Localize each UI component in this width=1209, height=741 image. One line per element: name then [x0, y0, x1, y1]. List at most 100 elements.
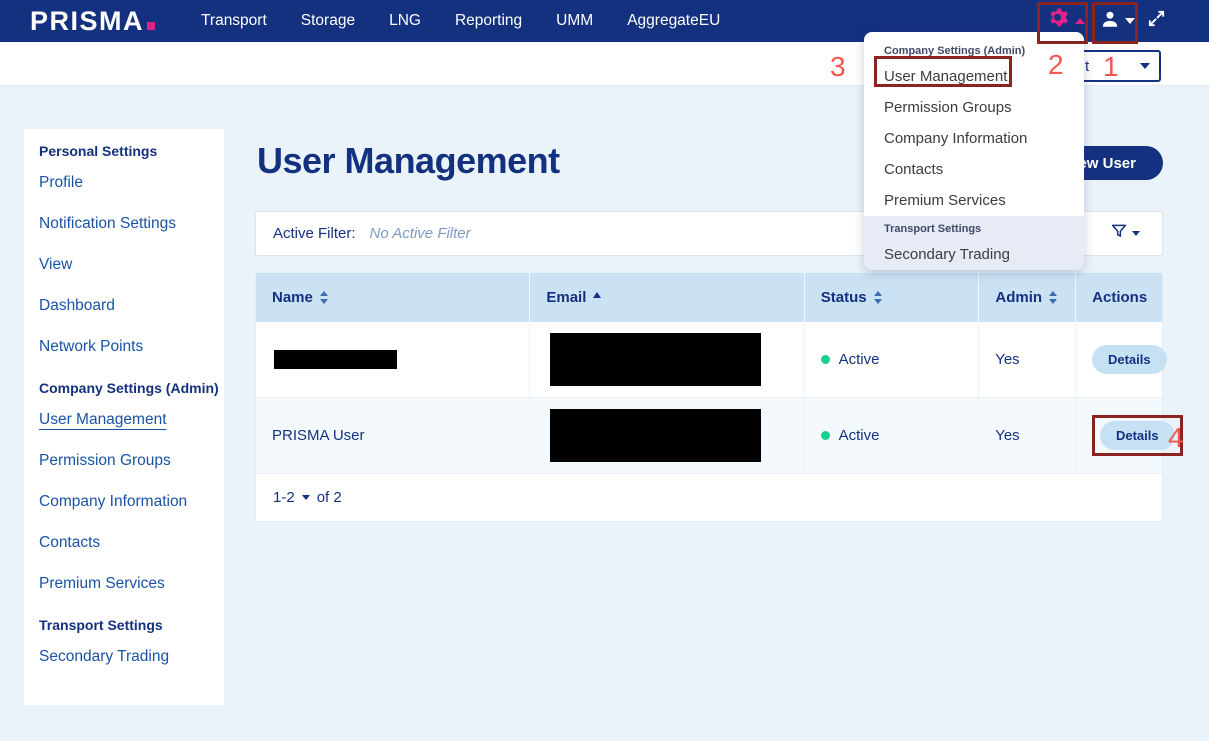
- table-row: Active Yes Details: [256, 322, 1162, 398]
- sort-both-icon: [1049, 291, 1057, 304]
- cell-status: Active: [805, 398, 980, 473]
- sidebar-section-header: Personal Settings: [39, 143, 224, 159]
- redacted-name: [274, 350, 397, 369]
- prisma-app: PRISMA Transport Storage LNG Reporting UMM Ag…: [0, 0, 1209, 741]
- sort-both-icon: [320, 291, 328, 304]
- filter-funnel-icon: [1110, 222, 1128, 245]
- page-title: User Management: [257, 140, 560, 182]
- sidebar-item-dashboard[interactable]: Dashboard: [39, 297, 224, 315]
- admin-value: Yes: [995, 427, 1019, 444]
- users-table: Name Email Status Admin Actions Active Yes Det…: [255, 273, 1163, 522]
- column-header-admin[interactable]: Admin: [979, 273, 1076, 322]
- user-account-button[interactable]: [1100, 0, 1135, 42]
- menu-item-company-information[interactable]: Company Information: [864, 123, 1084, 154]
- menu-section-company-settings-admin: Company Settings (Admin)User ManagementP…: [864, 38, 1084, 216]
- prisma-logo[interactable]: PRISMA: [30, 6, 155, 37]
- status-text: Active: [839, 427, 880, 444]
- column-header-name[interactable]: Name: [256, 273, 530, 322]
- annotation-box-details: Details: [1092, 415, 1183, 456]
- main-nav: Transport Storage LNG Reporting UMM Aggregate…: [201, 12, 754, 30]
- column-header-email[interactable]: Email: [530, 273, 804, 322]
- sidebar-item-secondary-trading[interactable]: Secondary Trading: [39, 648, 224, 666]
- settings-sidebar: Personal Settings Profile Notification Set…: [24, 129, 224, 705]
- topbar-dropdown-select[interactable]: t: [1076, 50, 1161, 82]
- status-active-dot-icon: [821, 355, 830, 364]
- sidebar-item-permission-groups[interactable]: Permission Groups: [39, 452, 224, 470]
- details-button[interactable]: Details: [1092, 345, 1167, 374]
- user-caret-down-icon: [1125, 18, 1135, 24]
- redacted-email: [550, 333, 761, 386]
- sidebar-item-premium-services[interactable]: Premium Services: [39, 575, 224, 593]
- menu-item-user-management[interactable]: User Management: [864, 61, 1084, 92]
- settings-dropdown-menu: Company Settings (Admin)User ManagementP…: [864, 32, 1084, 270]
- pagination-caret-down-icon[interactable]: [302, 495, 310, 500]
- sort-both-icon: [874, 291, 882, 304]
- fullscreen-button[interactable]: [1147, 0, 1166, 42]
- sidebar-item-user-management[interactable]: User Management: [39, 411, 224, 429]
- cell-admin: Yes: [979, 398, 1076, 473]
- column-header-label: Status: [821, 289, 867, 306]
- sidebar-section-transport-settings: Transport Settings Secondary Trading: [39, 617, 224, 666]
- nav-item-umm[interactable]: UMM: [556, 12, 593, 30]
- sidebar-item-view[interactable]: View: [39, 256, 224, 274]
- menu-section-header: Transport Settings: [864, 216, 1084, 239]
- cell-actions: Details: [1076, 398, 1162, 473]
- user-name: PRISMA User: [272, 427, 365, 444]
- sidebar-section-header: Transport Settings: [39, 617, 224, 633]
- filter-caret-down-icon: [1132, 231, 1140, 236]
- nav-item-transport[interactable]: Transport: [201, 12, 267, 30]
- prisma-logo-dot-icon: [147, 22, 155, 30]
- redacted-email: [550, 409, 761, 462]
- prisma-logo-text: PRISMA: [30, 6, 144, 37]
- menu-item-contacts[interactable]: Contacts: [864, 154, 1084, 185]
- nav-item-lng[interactable]: LNG: [389, 12, 421, 30]
- gear-caret-up-icon: [1075, 18, 1085, 24]
- status-active-dot-icon: [821, 431, 830, 440]
- nav-item-reporting[interactable]: Reporting: [455, 12, 522, 30]
- active-filter-label: Active Filter:: [273, 225, 356, 242]
- sidebar-section-personal-settings: Personal Settings Profile Notification Set…: [39, 143, 224, 356]
- menu-section-transport-settings: Transport SettingsSecondary Trading: [864, 216, 1084, 270]
- sidebar-item-contacts[interactable]: Contacts: [39, 534, 224, 552]
- sidebar-section-company-settings-admin: Company Settings (Admin) User Management P…: [39, 380, 224, 593]
- active-filter-value: No Active Filter: [370, 225, 471, 242]
- user-icon: [1100, 9, 1120, 34]
- column-header-label: Name: [272, 289, 313, 306]
- topbar-select-text: t: [1085, 58, 1089, 75]
- gear-icon: [1048, 8, 1070, 35]
- sidebar-section-header: Company Settings (Admin): [39, 380, 224, 396]
- table-pagination: 1-2 of 2: [256, 474, 1162, 521]
- nav-item-aggregateeu[interactable]: AggregateEU: [627, 12, 720, 30]
- cell-admin: Yes: [979, 322, 1076, 397]
- users-table-body: Active Yes Details PRISMA User Active Yes Deta…: [256, 322, 1162, 474]
- cell-email: [530, 322, 804, 397]
- select-caret-down-icon: [1140, 63, 1150, 69]
- nav-item-storage[interactable]: Storage: [301, 12, 355, 30]
- cell-email: [530, 398, 804, 473]
- sidebar-item-network-points[interactable]: Network Points: [39, 338, 224, 356]
- sidebar-item-profile[interactable]: Profile: [39, 174, 224, 192]
- cell-name: [256, 322, 530, 397]
- users-table-header: Name Email Status Admin Actions: [256, 273, 1162, 322]
- filter-menu-button[interactable]: [1110, 222, 1140, 245]
- cell-actions: Details: [1076, 322, 1162, 397]
- column-header-status[interactable]: Status: [805, 273, 980, 322]
- menu-item-premium-services[interactable]: Premium Services: [864, 185, 1084, 216]
- expand-icon: [1147, 9, 1166, 33]
- sidebar-item-company-information[interactable]: Company Information: [39, 493, 224, 511]
- column-header-actions[interactable]: Actions: [1076, 273, 1162, 322]
- menu-item-permission-groups[interactable]: Permission Groups: [864, 92, 1084, 123]
- cell-name: PRISMA User: [256, 398, 530, 473]
- sort-ascending-icon: [593, 292, 601, 298]
- details-button[interactable]: Details: [1100, 421, 1175, 450]
- sidebar-item-notification-settings[interactable]: Notification Settings: [39, 215, 224, 233]
- column-header-label: Actions: [1092, 289, 1147, 306]
- column-header-label: Email: [546, 289, 586, 306]
- pagination-range[interactable]: 1-2: [273, 489, 295, 506]
- status-text: Active: [839, 351, 880, 368]
- menu-item-secondary-trading[interactable]: Secondary Trading: [864, 239, 1084, 270]
- table-row: PRISMA User Active Yes Details: [256, 398, 1162, 474]
- cell-status: Active: [805, 322, 980, 397]
- pagination-total: of 2: [317, 489, 342, 506]
- admin-value: Yes: [995, 351, 1019, 368]
